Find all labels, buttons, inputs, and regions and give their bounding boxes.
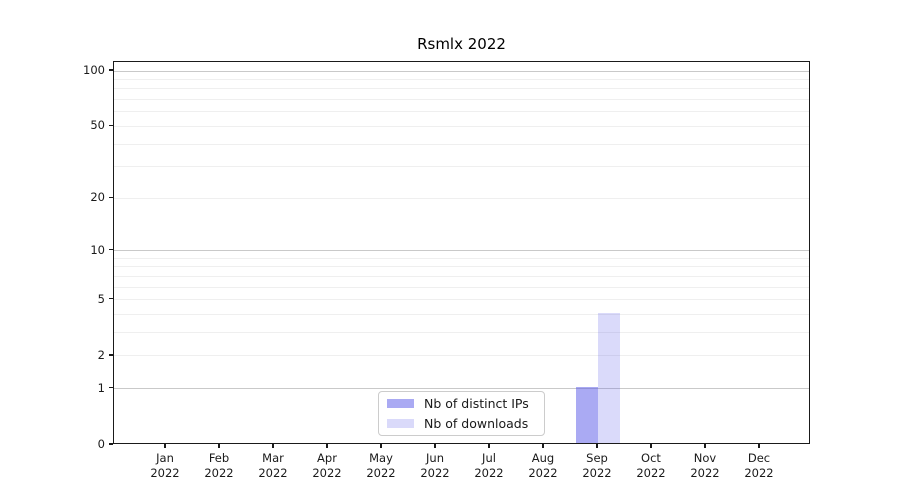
- y-tick: [109, 69, 113, 71]
- gridline: [114, 197, 809, 199]
- x-tick-label: Jan 2022: [150, 451, 180, 480]
- y-tick-label: 5: [97, 291, 105, 306]
- x-tick-label: Jul 2022: [474, 451, 504, 480]
- gridline: [114, 276, 809, 278]
- y-tick: [109, 298, 113, 300]
- legend: Nb of distinct IPs Nb of downloads: [378, 391, 545, 436]
- x-tick-label: Apr 2022: [312, 451, 342, 480]
- figure: Rsmlx 2022 0 1 2 5 10 20 50 100 Jan 2022 Feb 202…: [0, 0, 900, 500]
- gridline: [114, 299, 809, 301]
- y-tick: [109, 196, 113, 198]
- x-tick: [380, 444, 382, 448]
- x-tick-label: Aug 2022: [528, 451, 558, 480]
- chart-title: Rsmlx 2022: [417, 35, 506, 53]
- bar-downloads-sep-2022: [598, 312, 620, 443]
- gridline: [114, 99, 809, 101]
- gridline: [114, 332, 809, 334]
- legend-label-distinct-ips: Nb of distinct IPs: [424, 396, 529, 411]
- x-tick: [704, 444, 706, 448]
- gridline: [114, 143, 809, 145]
- gridline: [114, 355, 809, 357]
- legend-label-downloads: Nb of downloads: [424, 416, 529, 431]
- x-tick: [218, 444, 220, 448]
- gridline: [114, 79, 809, 81]
- y-tick-label: 2: [97, 347, 105, 362]
- gridline: [114, 257, 809, 259]
- y-tick-label: 10: [90, 242, 105, 257]
- bar-distinct-ips-sep-2022: [576, 386, 598, 443]
- x-tick-label: Mar 2022: [258, 451, 288, 480]
- gridline: [114, 266, 809, 268]
- y-tick: [109, 249, 113, 251]
- y-tick-label: 0: [97, 437, 105, 451]
- x-tick: [164, 444, 166, 448]
- y-tick: [109, 387, 113, 389]
- x-tick: [650, 444, 652, 448]
- legend-item-downloads: Nb of downloads: [387, 415, 538, 432]
- x-tick-label: Feb 2022: [204, 451, 234, 480]
- legend-item-distinct-ips: Nb of distinct IPs: [387, 395, 538, 412]
- gridline: [114, 388, 809, 390]
- gridline: [114, 111, 809, 113]
- x-tick: [272, 444, 274, 448]
- gridline: [114, 314, 809, 316]
- x-tick: [758, 444, 760, 448]
- y-tick-label: 1: [97, 380, 105, 395]
- y-tick-label: 20: [90, 190, 105, 205]
- x-tick: [596, 444, 598, 448]
- x-tick: [434, 444, 436, 448]
- y-tick-label: 50: [90, 118, 105, 133]
- x-tick-label: Nov 2022: [690, 451, 720, 480]
- x-tick-label: Sep 2022: [582, 451, 612, 480]
- gridline: [114, 286, 809, 288]
- x-tick-label: Dec 2022: [744, 451, 774, 480]
- x-tick: [488, 444, 490, 448]
- y-tick: [109, 124, 113, 127]
- x-tick-label: Oct 2022: [636, 451, 666, 480]
- x-tick-label: May 2022: [366, 451, 396, 480]
- gridline: [114, 250, 809, 252]
- y-tick: [109, 443, 113, 445]
- y-tick-label: 100: [83, 63, 105, 78]
- x-tick: [542, 444, 544, 448]
- plot-area: [113, 61, 810, 444]
- y-tick: [109, 354, 113, 356]
- x-tick: [326, 444, 328, 448]
- gridline: [114, 166, 809, 168]
- x-tick-label: Jun 2022: [420, 451, 450, 480]
- gridline: [114, 125, 809, 127]
- gridline: [114, 88, 809, 90]
- legend-swatch-distinct-ips: [387, 399, 414, 408]
- legend-swatch-downloads: [387, 419, 414, 428]
- gridline: [114, 70, 809, 72]
